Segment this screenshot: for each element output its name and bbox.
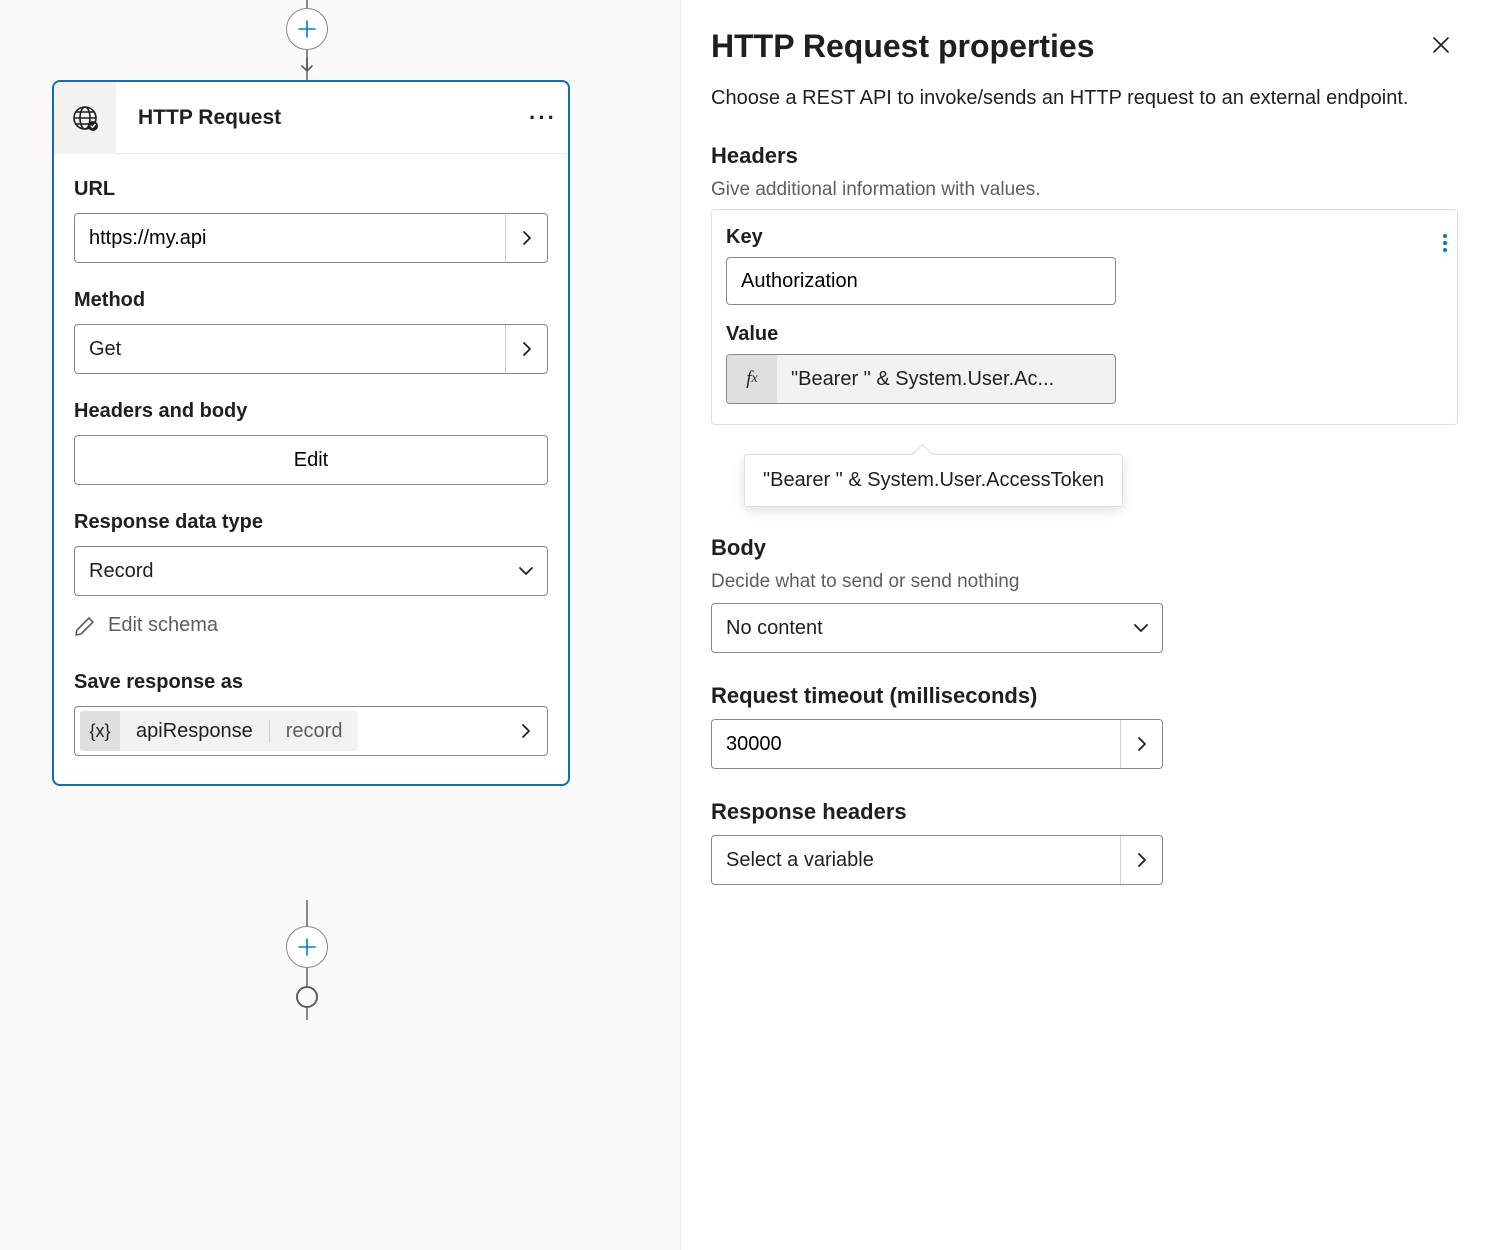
header-key-input[interactable] xyxy=(727,270,1115,293)
response-headers-row[interactable]: Select a variable xyxy=(711,835,1163,885)
chevron-down-icon xyxy=(505,565,547,577)
add-node-button-bottom[interactable] xyxy=(286,926,328,968)
header-key-input-wrap[interactable] xyxy=(726,257,1116,305)
card-header: HTTP Request ··· xyxy=(54,82,568,154)
arrow-down-icon xyxy=(300,58,314,72)
url-label: URL xyxy=(74,178,548,201)
variable-type: record xyxy=(269,720,359,743)
variable-icon: {x} xyxy=(80,711,120,751)
end-node-icon xyxy=(296,986,318,1008)
url-input[interactable] xyxy=(75,227,505,250)
url-input-row[interactable] xyxy=(74,213,548,263)
save-as-label: Save response as xyxy=(74,671,548,694)
body-section-help: Decide what to send or send nothing xyxy=(711,571,1458,593)
url-expand-button[interactable] xyxy=(505,214,547,262)
timeout-input[interactable] xyxy=(712,733,1120,756)
timeout-expand-button[interactable] xyxy=(1120,720,1162,768)
header-item: Key Value fx "Bearer " & System.User.Ac.… xyxy=(711,209,1458,425)
chevron-right-icon xyxy=(521,340,533,358)
variable-name: apiResponse xyxy=(120,720,269,743)
add-node-button-top[interactable] xyxy=(286,8,328,50)
method-value: Get xyxy=(75,338,505,361)
method-input-row[interactable]: Get xyxy=(74,324,548,374)
chevron-right-icon xyxy=(1136,851,1148,869)
key-label: Key xyxy=(726,226,1443,249)
header-value-expression[interactable]: fx "Bearer " & System.User.Ac... xyxy=(726,354,1116,404)
response-headers-value: Select a variable xyxy=(712,849,1120,872)
panel-description: Choose a REST API to invoke/sends an HTT… xyxy=(711,83,1458,113)
timeout-section-title: Request timeout (milliseconds) xyxy=(711,683,1458,709)
plus-icon xyxy=(297,937,317,957)
chevron-right-icon xyxy=(1136,735,1148,753)
body-select[interactable]: No content xyxy=(711,603,1163,653)
response-headers-title: Response headers xyxy=(711,799,1458,825)
panel-title: HTTP Request properties xyxy=(711,28,1094,65)
flow-canvas: HTTP Request ··· URL Method Get xyxy=(0,0,680,1250)
headers-section-title: Headers xyxy=(711,143,1458,169)
method-label: Method xyxy=(74,289,548,312)
method-expand-button[interactable] xyxy=(505,325,547,373)
timeout-input-row[interactable] xyxy=(711,719,1163,769)
chevron-down-icon xyxy=(1120,622,1162,634)
http-request-icon xyxy=(54,82,116,154)
card-more-button[interactable]: ··· xyxy=(518,105,568,131)
pencil-icon xyxy=(74,615,96,637)
edit-headers-body-button[interactable]: Edit xyxy=(74,435,548,485)
body-section-title: Body xyxy=(711,535,1458,561)
value-label: Value xyxy=(726,323,1443,346)
variable-chip[interactable]: {x} apiResponse record xyxy=(80,711,358,751)
save-as-expand-button[interactable] xyxy=(505,707,547,755)
body-value: No content xyxy=(712,617,1120,640)
chevron-right-icon xyxy=(520,722,532,740)
response-headers-expand-button[interactable] xyxy=(1120,836,1162,884)
header-more-button[interactable] xyxy=(1443,234,1447,252)
response-type-select[interactable]: Record xyxy=(74,546,548,596)
headers-body-label: Headers and body xyxy=(74,400,548,423)
close-icon xyxy=(1430,34,1452,56)
expression-tooltip: "Bearer " & System.User.AccessToken xyxy=(744,454,1123,507)
close-panel-button[interactable] xyxy=(1424,28,1458,62)
save-as-row[interactable]: {x} apiResponse record xyxy=(74,706,548,756)
fx-icon: fx xyxy=(727,355,777,403)
headers-section-help: Give additional information with values. xyxy=(711,179,1458,201)
response-type-label: Response data type xyxy=(74,511,548,534)
edit-schema-label: Edit schema xyxy=(108,614,218,637)
card-title: HTTP Request xyxy=(116,106,518,130)
edit-schema-link[interactable]: Edit schema xyxy=(74,614,548,637)
header-value-text: "Bearer " & System.User.Ac... xyxy=(777,368,1115,391)
plus-icon xyxy=(297,19,317,39)
chevron-right-icon xyxy=(521,229,533,247)
properties-panel: HTTP Request properties Choose a REST AP… xyxy=(680,0,1494,1250)
response-type-value: Record xyxy=(75,560,505,583)
http-request-card[interactable]: HTTP Request ··· URL Method Get xyxy=(52,80,570,786)
